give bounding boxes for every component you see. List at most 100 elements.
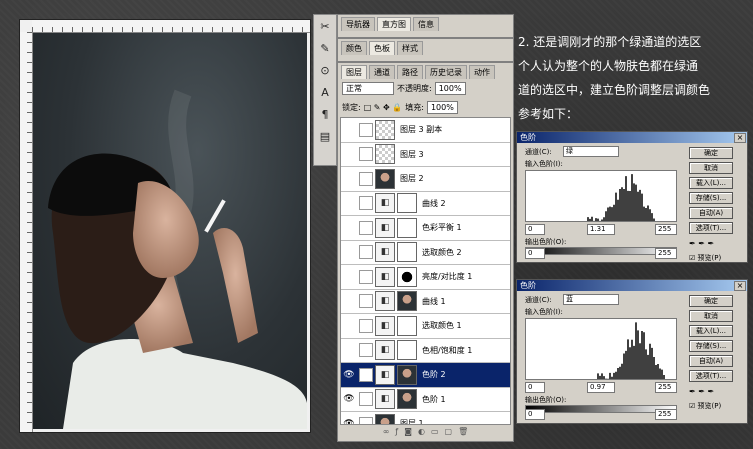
- input-white[interactable]: 255: [655, 382, 677, 393]
- vertical-ruler[interactable]: [20, 32, 33, 432]
- eye-icon[interactable]: 👁: [341, 416, 357, 424]
- visibility-toggle[interactable]: [341, 342, 357, 358]
- notes-tool-icon[interactable]: ▤: [316, 128, 334, 146]
- preview-checkbox[interactable]: ☑ 预览(P): [689, 253, 721, 263]
- folder-icon[interactable]: ▭: [431, 427, 439, 439]
- tab-swatches[interactable]: 色板: [369, 41, 395, 55]
- layer-row[interactable]: 图层 3 副本: [341, 118, 510, 143]
- close-icon[interactable]: ×: [734, 281, 746, 291]
- layer-link-box[interactable]: [359, 343, 373, 358]
- brush-tool-icon[interactable]: ✎: [316, 40, 334, 58]
- tab-histogram[interactable]: 直方图: [377, 17, 411, 31]
- tab-actions[interactable]: 动作: [469, 65, 495, 79]
- dialog-button[interactable]: 自动(A): [689, 207, 733, 219]
- tab-navigator[interactable]: 导航器: [341, 17, 375, 31]
- channel-select[interactable]: 绿: [563, 146, 619, 157]
- layer-mask-thumbnail[interactable]: [397, 242, 417, 263]
- layer-row[interactable]: ◧ 亮度/对比度 1: [341, 265, 510, 290]
- layer-mask-thumbnail[interactable]: [397, 291, 417, 312]
- layer-link-box[interactable]: [359, 196, 373, 211]
- new-layer-icon[interactable]: ▢: [445, 427, 453, 439]
- visibility-toggle[interactable]: [341, 318, 357, 334]
- eyedropper-icons[interactable]: ✒ ✒ ✒: [689, 239, 714, 248]
- close-icon[interactable]: ×: [734, 133, 746, 143]
- fx-icon[interactable]: ƒ: [395, 427, 398, 439]
- channel-select[interactable]: 蓝: [563, 294, 619, 305]
- layer-link-box[interactable]: [359, 269, 373, 284]
- lock-icons[interactable]: □ ✎ ✥ 🔒: [364, 103, 403, 112]
- layer-row[interactable]: ◧ 曲线 1: [341, 290, 510, 314]
- layer-row[interactable]: ◧ 色彩平衡 1: [341, 216, 510, 241]
- layer-link-box[interactable]: [359, 392, 373, 407]
- layer-mask-thumbnail[interactable]: [397, 340, 417, 361]
- layer-mask-thumbnail[interactable]: [397, 364, 417, 385]
- adjustment-icon[interactable]: ◐: [418, 427, 425, 439]
- layer-row[interactable]: 👁 ◧ 色阶 2: [341, 363, 510, 388]
- input-gamma[interactable]: 1.31: [587, 224, 615, 235]
- input-black[interactable]: 0: [525, 382, 545, 393]
- trash-icon[interactable]: 🗑: [458, 427, 468, 439]
- visibility-toggle[interactable]: [341, 195, 357, 211]
- visibility-toggle[interactable]: [341, 171, 357, 187]
- opacity-input[interactable]: 100%: [434, 82, 466, 95]
- layer-link-box[interactable]: [359, 416, 373, 424]
- tab-info[interactable]: 信息: [413, 17, 439, 31]
- blend-mode-select[interactable]: 正常: [342, 82, 394, 95]
- layer-row[interactable]: 👁 ◧ 色阶 1: [341, 388, 510, 412]
- output-black[interactable]: 0: [525, 248, 545, 259]
- stamp-tool-icon[interactable]: ⊙: [316, 62, 334, 80]
- layer-row[interactable]: 👁 图层 1: [341, 412, 510, 424]
- visibility-toggle[interactable]: [341, 244, 357, 260]
- tab-paths[interactable]: 路径: [397, 65, 423, 79]
- visibility-toggle[interactable]: [341, 122, 357, 138]
- preview-checkbox[interactable]: ☑ 预览(P): [689, 401, 721, 411]
- tab-styles[interactable]: 样式: [397, 41, 423, 55]
- link-icon[interactable]: ∞: [383, 427, 390, 439]
- dialog-button[interactable]: 载入(L)...: [689, 325, 733, 337]
- visibility-toggle[interactable]: [341, 146, 357, 162]
- horizontal-ruler[interactable]: [32, 20, 310, 33]
- tab-color[interactable]: 颜色: [341, 41, 367, 55]
- tab-channels[interactable]: 通道: [369, 65, 395, 79]
- tab-history[interactable]: 历史记录: [425, 65, 467, 79]
- visibility-toggle[interactable]: [341, 220, 357, 236]
- dialog-button[interactable]: 载入(L)...: [689, 177, 733, 189]
- layer-row[interactable]: 图层 3: [341, 143, 510, 167]
- document-canvas[interactable]: [20, 20, 310, 432]
- layer-row[interactable]: ◧ 选取颜色 1: [341, 314, 510, 339]
- dialog-button[interactable]: 选项(T)...: [689, 370, 733, 382]
- dialog-button[interactable]: 存储(S)...: [689, 340, 733, 352]
- eye-icon[interactable]: 👁: [341, 391, 357, 407]
- layer-link-box[interactable]: [359, 122, 373, 137]
- paragraph-tool-icon[interactable]: ¶: [316, 106, 334, 124]
- layer-link-box[interactable]: [359, 147, 373, 162]
- dialog-button[interactable]: 确定: [689, 147, 733, 159]
- dialog-button[interactable]: 取消: [689, 162, 733, 174]
- layer-row[interactable]: 图层 2: [341, 167, 510, 192]
- visibility-toggle[interactable]: [341, 293, 357, 309]
- mask-icon[interactable]: ◙: [404, 427, 412, 439]
- crop-tool-icon[interactable]: ✂: [316, 18, 334, 36]
- layer-mask-thumbnail[interactable]: [397, 389, 417, 410]
- output-white[interactable]: 255: [655, 248, 677, 259]
- layer-mask-thumbnail[interactable]: [397, 266, 417, 287]
- layer-row[interactable]: ◧ 色相/饱和度 1: [341, 339, 510, 363]
- layer-link-box[interactable]: [359, 220, 373, 235]
- layer-row[interactable]: ◧ 曲线 2: [341, 192, 510, 216]
- input-gamma[interactable]: 0.97: [587, 382, 615, 393]
- output-white[interactable]: 255: [655, 409, 677, 420]
- layer-link-box[interactable]: [359, 318, 373, 333]
- eyedropper-icons[interactable]: ✒ ✒ ✒: [689, 387, 714, 396]
- type-tool-icon[interactable]: A: [316, 84, 334, 102]
- input-white[interactable]: 255: [655, 224, 677, 235]
- layer-link-box[interactable]: [359, 294, 373, 309]
- layer-mask-thumbnail[interactable]: [397, 217, 417, 238]
- visibility-toggle[interactable]: [341, 269, 357, 285]
- dialog-button[interactable]: 选项(T)...: [689, 222, 733, 234]
- tab-layers[interactable]: 图层: [341, 65, 367, 79]
- input-black[interactable]: 0: [525, 224, 545, 235]
- layer-link-box[interactable]: [359, 245, 373, 260]
- dialog-button[interactable]: 自动(A): [689, 355, 733, 367]
- layer-mask-thumbnail[interactable]: [397, 193, 417, 214]
- eye-icon[interactable]: 👁: [341, 367, 357, 383]
